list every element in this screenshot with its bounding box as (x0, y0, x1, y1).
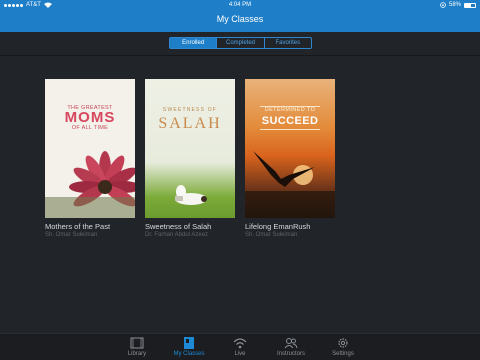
tab-label: Settings (332, 351, 354, 357)
class-card-lifelong-emanrush[interactable]: DETERMINED TO SUCCEED Lifelong EmanRush … (245, 79, 335, 238)
flower-image (45, 151, 135, 218)
class-author: Sh. Omar Suleiman (45, 232, 98, 238)
class-cover[interactable]: DETERMINED TO SUCCEED (245, 79, 335, 218)
app-root: AT&T 4:04 PM 58% My Classes Enrolled Com… (0, 0, 480, 360)
segment-completed[interactable]: Completed (217, 38, 265, 48)
class-title[interactable]: Sweetness of Salah (145, 222, 235, 231)
class-title[interactable]: Mothers of the Past (45, 222, 135, 231)
tab-label: My Classes (173, 351, 205, 357)
class-card-sweetness-of-salah[interactable]: SWEETNESS OF SALAH Sweetness of Salah Dr… (145, 79, 235, 238)
tab-label: Library (127, 351, 147, 357)
wifi-icon (233, 338, 247, 349)
segmented-control: Enrolled Completed Favorites (169, 37, 312, 49)
orientation-lock-icon (440, 2, 446, 8)
class-author: Dr. Farhan Abdul Azeez (145, 232, 209, 238)
status-right: 58% (440, 0, 476, 10)
battery-icon (464, 2, 476, 8)
class-title[interactable]: Lifelong EmanRush (245, 222, 335, 231)
status-bar: AT&T 4:04 PM 58% (0, 0, 480, 10)
tab-bar: Library My Classes Live Instructors Sett… (0, 333, 480, 360)
tab-live[interactable]: Live (213, 337, 267, 357)
film-icon (130, 337, 144, 349)
class-card-mothers-of-the-past[interactable]: THE GREATEST MOMS OF ALL TIME Mothers of… (45, 79, 135, 238)
my-classes-icon (184, 337, 194, 349)
class-cover[interactable]: THE GREATEST MOMS OF ALL TIME (45, 79, 135, 218)
navigation-bar: My Classes (0, 10, 480, 32)
tab-instructors[interactable]: Instructors (264, 337, 318, 357)
tab-label: Live (234, 351, 246, 357)
tab-label: Instructors (276, 351, 305, 357)
header-divider (0, 55, 480, 56)
gear-icon (338, 338, 348, 348)
people-icon (284, 338, 298, 349)
battery-percent: 58% (448, 2, 461, 8)
status-time: 4:04 PM (228, 2, 252, 8)
segment-enrolled[interactable]: Enrolled (170, 38, 218, 48)
page-title: My Classes (216, 14, 264, 24)
prayer-figure-image (175, 185, 207, 205)
tab-settings[interactable]: Settings (316, 337, 370, 357)
segment-favorites[interactable]: Favorites (265, 38, 311, 48)
class-cover[interactable]: SWEETNESS OF SALAH (145, 79, 235, 218)
tab-my-classes[interactable]: My Classes (162, 337, 216, 357)
tab-library[interactable]: Library (110, 337, 164, 357)
class-author: Sh. Omar Suleiman (245, 232, 298, 238)
eagle-image (245, 151, 335, 218)
